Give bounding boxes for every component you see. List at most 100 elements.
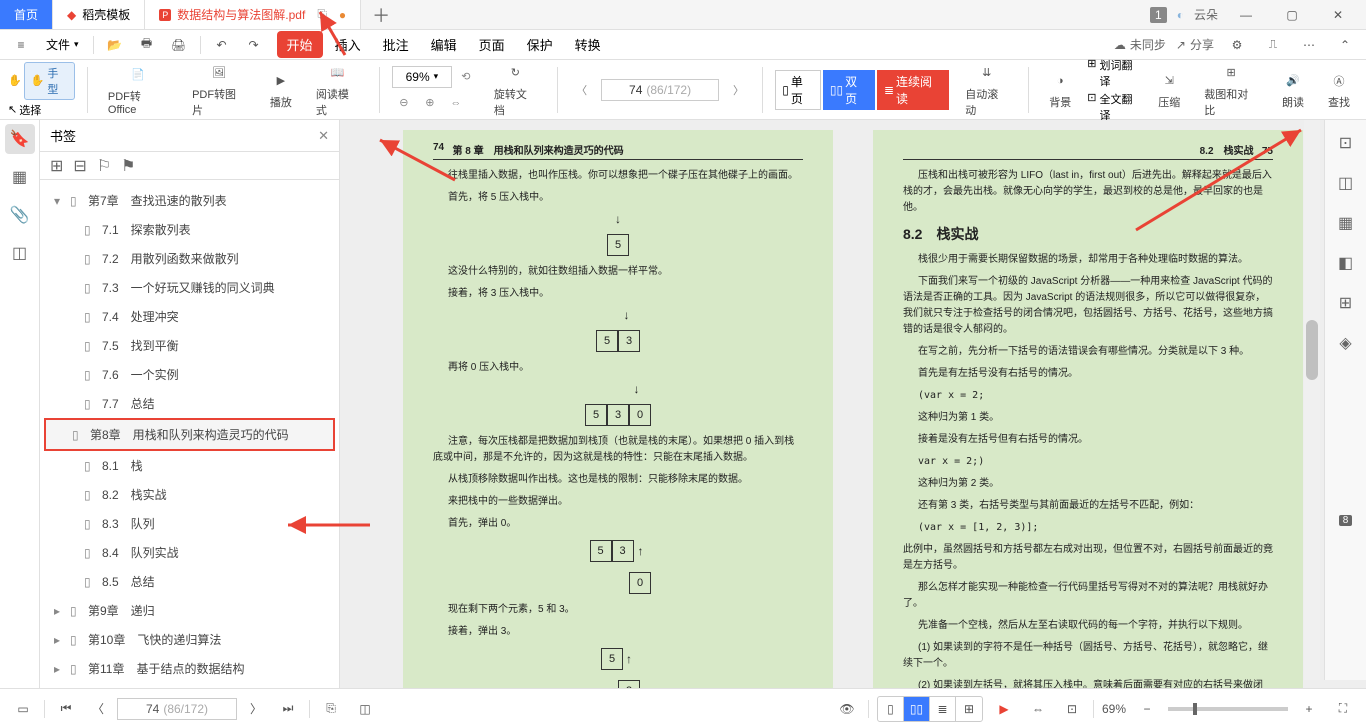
zoom-reset-icon[interactable]: ⟲ [454,65,478,89]
open-icon[interactable]: 📂 [102,32,128,58]
pdf-viewport[interactable]: 74 第 8 章 用栈和队列来构造灵巧的代码 往栈里插入数据，也叫作压栈。你可以… [340,120,1366,688]
bookmark-item[interactable]: ▾▯第7章 查找迅速的散列表 [44,186,335,215]
tab-docer[interactable]: ◆ 稻壳模板 [53,0,145,29]
zoom-out-icon[interactable]: ⊖ [392,91,416,115]
rotate-button[interactable]: ↻旋转文档 [486,60,545,120]
bookmark-item[interactable]: ▯8.3 队列 [44,509,335,538]
bookmark-item[interactable]: ▯7.4 处理冲突 [44,302,335,331]
panel-tool-expand-icon[interactable]: ⊞ [50,156,63,176]
bookmark-item[interactable]: ▯7.2 用散列函数来做散列 [44,244,335,273]
menu-tab-protect[interactable]: 保护 [517,31,563,58]
cloud-avatar-icon[interactable]: ◐ [1177,8,1184,22]
collapse-ribbon-icon[interactable]: ⌃ [1332,32,1358,58]
fit-width-icon[interactable]: ⇔ [444,91,468,115]
play-button[interactable]: ▶播放 [262,68,300,112]
sb-fullscreen-icon[interactable]: ⛶ [1330,696,1356,722]
sb-zoom-out-icon[interactable]: − [1134,696,1160,722]
settings-icon[interactable]: ⚙ [1224,32,1250,58]
sb-last-page-icon[interactable]: ⏭ [275,696,301,722]
view-single-button[interactable]: ▯单页 [775,70,821,110]
hand-tool-button[interactable]: ✋手型 [24,62,75,100]
sb-fitpage-icon[interactable]: ⊡ [1059,696,1085,722]
menu-tab-edit[interactable]: 编辑 [421,31,467,58]
window-maximize[interactable]: ▢ [1274,8,1310,22]
share-button[interactable]: ↗分享 [1176,36,1214,53]
window-minimize[interactable]: — [1228,8,1264,22]
sync-button[interactable]: ☁未同步 [1114,36,1166,53]
print-icon[interactable]: 🖨 [166,32,192,58]
cloud-label[interactable]: 云朵 [1194,6,1218,23]
bookmark-item[interactable]: ▯8.2 栈实战 [44,480,335,509]
attachments-tab-icon[interactable]: 📎 [5,200,35,230]
find-button[interactable]: Ⓐ查找 [1320,68,1358,112]
panel-tool-add-icon[interactable]: ⚑ [121,156,135,176]
menu-hamburger-icon[interactable]: ≡ [8,32,34,58]
sb-fitwidth-icon[interactable]: ⇔ [1025,696,1051,722]
layers-tab-icon[interactable]: ◫ [5,238,35,268]
sb-mark-icon[interactable]: ◫ [352,696,378,722]
sb-view-cont-icon[interactable]: ≣ [930,697,956,721]
crop-compare-button[interactable]: ⊞裁图和对比 [1196,60,1266,120]
sb-zoom-slider[interactable] [1168,707,1288,711]
page-number-input[interactable]: 74(86/172) [601,79,718,101]
compress-button[interactable]: ⇲压缩 [1150,68,1188,112]
right-tool-2-icon[interactable]: ◫ [1333,170,1359,196]
panel-close-button[interactable]: ✕ [318,128,329,144]
undo-icon[interactable]: ↶ [209,32,235,58]
panel-tool-bookmark-icon[interactable]: ⚐ [97,156,111,176]
more-icon[interactable]: ⋯ [1296,32,1322,58]
menu-tab-convert[interactable]: 转换 [565,31,611,58]
read-mode-button[interactable]: 📖阅读模式 [308,60,367,120]
help-icon[interactable]: ⎍ [1260,32,1286,58]
tab-file-active[interactable]: P 数据结构与算法图解.pdf ⎘ ● [145,0,361,29]
right-tool-6-icon[interactable]: ◈ [1333,330,1359,356]
menu-tab-page[interactable]: 页面 [469,31,515,58]
sb-eye-icon[interactable]: 👁 [834,696,860,722]
vertical-scrollbar[interactable] [1304,120,1320,680]
pin-icon[interactable]: ⎘ [317,7,327,22]
window-close[interactable]: ✕ [1320,8,1356,22]
panel-tool-collapse-icon[interactable]: ⊟ [73,156,86,176]
thumbnails-tab-icon[interactable]: ▦ [5,162,35,192]
save-icon[interactable]: 🖶 [134,32,160,58]
sb-play-icon[interactable]: ▶ [991,696,1017,722]
pdf-to-image-button[interactable]: 🖼PDF转图片 [184,60,254,120]
bookmark-item[interactable]: ▯7.6 一个实例 [44,360,335,389]
selection-translate-button[interactable]: ⊞划词翻译 [1087,57,1142,89]
page-prev-button[interactable]: 〈 [570,78,593,102]
right-tool-4-icon[interactable]: ◧ [1333,250,1359,276]
bookmarks-tab-icon[interactable]: 🔖 [5,124,35,154]
bookmark-item[interactable]: ▯7.3 一个好玩又赚钱的同义词典 [44,273,335,302]
right-tool-3-icon[interactable]: ▦ [1333,210,1359,236]
sb-view-double-icon[interactable]: ▯▯ [904,697,930,721]
pdf-to-office-button[interactable]: 📄PDF转Office [100,62,176,118]
sb-zoom-in-icon[interactable]: + [1296,696,1322,722]
bookmark-item[interactable]: ▯8.4 队列实战 [44,538,335,567]
bookmark-item[interactable]: ▯7.7 总结 [44,389,335,418]
bookmark-item[interactable]: ▯8.1 栈 [44,451,335,480]
bookmark-item[interactable]: ▸▯第11章 基于结点的数据结构 [44,654,335,683]
menu-file[interactable]: 文件 ▾ [40,34,85,55]
bookmark-item[interactable]: ▯7.1 探索散列表 [44,215,335,244]
sb-export-icon[interactable]: ⎘ [318,696,344,722]
fulltext-translate-button[interactable]: ⊡全文翻译 [1087,91,1142,123]
sb-first-page-icon[interactable]: ⏮ [53,696,79,722]
new-tab-button[interactable]: ＋ [361,0,401,29]
sb-prev-page-icon[interactable]: 〈 [85,696,111,722]
sb-view-single-icon[interactable]: ▯ [878,697,904,721]
redo-icon[interactable]: ↷ [241,32,267,58]
right-tool-1-icon[interactable]: ⊡ [1333,130,1359,156]
bookmark-item[interactable]: ▸▯第10章 飞快的递归算法 [44,625,335,654]
page-next-button[interactable]: 〉 [727,78,750,102]
menu-tab-insert[interactable]: 插入 [325,31,371,58]
read-aloud-button[interactable]: 🔊朗读 [1274,68,1312,112]
background-button[interactable]: ◑背景 [1041,68,1079,112]
view-double-button[interactable]: ▯▯双页 [823,70,875,110]
menu-tab-start[interactable]: 开始 [277,31,323,58]
bookmark-item[interactable]: ▯7.5 找到平衡 [44,331,335,360]
tab-home[interactable]: 首页 [0,0,53,29]
auto-scroll-button[interactable]: ⇊自动滚动 [957,60,1016,120]
sb-next-page-icon[interactable]: 〉 [243,696,269,722]
bookmark-item[interactable]: ▯8.5 总结 [44,567,335,596]
zoom-level-input[interactable]: 69%▾ [392,66,452,88]
